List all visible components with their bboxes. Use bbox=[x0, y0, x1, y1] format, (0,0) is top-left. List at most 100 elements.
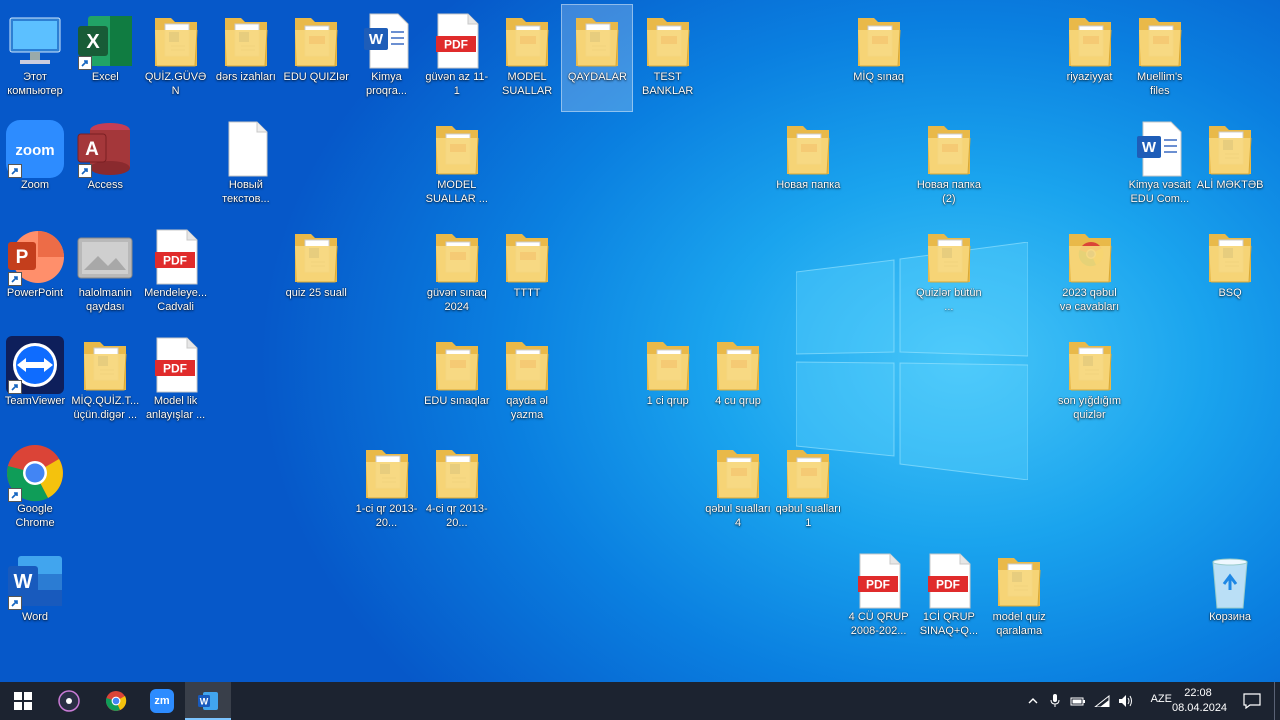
desktop-icon[interactable]: ALİ MƏKTƏB bbox=[1195, 113, 1265, 219]
folder-icon bbox=[848, 10, 910, 72]
shortcut-arrow-icon bbox=[8, 164, 22, 178]
desktop-icon[interactable]: PDF 1Cİ QRUP SINAQ+Q... bbox=[914, 545, 984, 651]
tray-microphone[interactable] bbox=[1044, 682, 1066, 720]
desktop-icon[interactable]: PDF Model lik anlayışlar ... bbox=[141, 329, 211, 435]
tray-wifi[interactable] bbox=[1090, 682, 1114, 720]
desktop-icon[interactable]: A Access bbox=[70, 113, 140, 219]
desktop-icon[interactable]: 4 cu qrup bbox=[703, 329, 773, 435]
folder-icon bbox=[1059, 226, 1121, 288]
desktop-icon[interactable]: zoom Zoom bbox=[0, 113, 70, 219]
desktop-icon[interactable]: W Kimya proqra... bbox=[352, 5, 422, 111]
folder-icon bbox=[777, 442, 839, 504]
folder-icon bbox=[1059, 10, 1121, 72]
desktop-icon[interactable]: MODEL SUALLAR ... bbox=[422, 113, 492, 219]
tray-chevron[interactable] bbox=[1022, 682, 1044, 720]
desktop-icon[interactable]: 1-ci qr 2013-20... bbox=[352, 437, 422, 543]
desktop-icon[interactable]: QAYDALAR bbox=[561, 4, 634, 112]
taskbar: zm W AZE 22:08 08.04.2024 bbox=[0, 682, 1280, 720]
desktop-icon[interactable]: Новая папка bbox=[773, 113, 843, 219]
taskbar-chrome[interactable] bbox=[93, 682, 139, 720]
folder-icon bbox=[426, 442, 488, 504]
zoom-icon: zm bbox=[150, 689, 174, 713]
desktop-icon-label: EDU sınaqlar bbox=[424, 395, 490, 407]
svg-text:W: W bbox=[200, 697, 209, 707]
tray-battery[interactable] bbox=[1066, 682, 1090, 720]
desktop-icon[interactable]: Новая папка (2) bbox=[914, 113, 984, 219]
desktop-icon[interactable]: qayda əl yazma bbox=[492, 329, 562, 435]
desktop-icon[interactable]: halolmanin qaydası bbox=[70, 221, 140, 327]
shortcut-arrow-icon bbox=[8, 272, 22, 286]
desktop-icon[interactable]: güvən sınaq 2024 bbox=[422, 221, 492, 327]
desktop-icon[interactable]: X Excel bbox=[70, 5, 140, 111]
windows-logo-icon bbox=[14, 692, 32, 710]
chrome-icon bbox=[105, 691, 127, 711]
taskbar-word[interactable]: W bbox=[185, 682, 231, 720]
desktop-icon-label: EDU QUIZIər bbox=[283, 71, 349, 83]
tray-notifications[interactable] bbox=[1238, 682, 1266, 720]
desktop-icon[interactable]: Google Chrome bbox=[0, 437, 70, 543]
zoom-icon: zoom bbox=[4, 118, 66, 180]
desktop-icon[interactable]: MİQ.QUİZ.T... üçün.digər ... bbox=[70, 329, 140, 435]
desktop-icon[interactable]: PDF Mendeleye... Cadvali bbox=[141, 221, 211, 327]
desktop-icon[interactable]: 1 ci qrup bbox=[633, 329, 703, 435]
desktop-icon[interactable]: BSQ bbox=[1195, 221, 1265, 327]
powerpoint-icon: P bbox=[4, 226, 66, 288]
desktop-icon-label: Новый текстов... bbox=[222, 179, 270, 205]
desktop-icon-label: Kimya vəsait EDU Com... bbox=[1128, 179, 1191, 205]
taskbar-obs[interactable] bbox=[46, 682, 92, 720]
folder-icon bbox=[707, 442, 769, 504]
desktop-icon-label: MODEL SUALLAR bbox=[502, 71, 553, 97]
desktop-icon[interactable]: qəbul sualları 1 bbox=[773, 437, 843, 543]
folder-icon bbox=[777, 118, 839, 180]
folder-icon bbox=[1129, 10, 1191, 72]
desktop-icon[interactable]: riyaziyyat bbox=[1055, 5, 1125, 111]
desktop-icon[interactable]: TeamViewer bbox=[0, 329, 70, 435]
desktop-icon[interactable]: QUİZ.GÜVƏN bbox=[141, 5, 211, 111]
desktop-icon[interactable]: Этот компьютер bbox=[0, 5, 70, 111]
shortcut-arrow-icon bbox=[78, 164, 93, 178]
show-desktop-button[interactable] bbox=[1274, 682, 1280, 720]
desktop-icon-label: qəbul sualları 1 bbox=[775, 503, 842, 529]
desktop-icon[interactable]: model quiz qaralama bbox=[984, 545, 1054, 651]
desktop-icon[interactable]: Quizlər bütün ... bbox=[914, 221, 984, 327]
desktop-icon[interactable]: MODEL SUALLAR bbox=[492, 5, 562, 111]
desktop-icon-label: MODEL SUALLAR ... bbox=[425, 179, 488, 205]
desktop-icon[interactable]: W Kimya vəsait EDU Com... bbox=[1125, 113, 1195, 219]
desktop-icon-label: ALİ MƏKTƏB bbox=[1196, 179, 1264, 191]
desktop-icon[interactable]: TEST BANKLAR bbox=[633, 5, 703, 111]
desktop-icon[interactable]: dərs izahları bbox=[211, 5, 281, 111]
desktop-icon[interactable]: 2023 qəbul və cavabları bbox=[1055, 221, 1125, 327]
chevron-up-icon bbox=[1028, 698, 1038, 704]
start-button[interactable] bbox=[0, 682, 46, 720]
desktop-icon[interactable]: qəbul sualları 4 bbox=[703, 437, 773, 543]
desktop-icon[interactable]: 4-ci qr 2013-20... bbox=[422, 437, 492, 543]
tray-language[interactable]: AZE bbox=[1151, 693, 1172, 705]
svg-text:zoom: zoom bbox=[15, 142, 54, 159]
desktop-icon[interactable]: MİQ sınaq bbox=[844, 5, 914, 111]
desktop-icon-label: Kimya proqra... bbox=[366, 71, 407, 97]
tray-volume[interactable] bbox=[1114, 682, 1138, 720]
desktop-icon[interactable]: Корзина bbox=[1195, 545, 1265, 651]
desktop-icon[interactable]: quiz 25 suall bbox=[281, 221, 351, 327]
obs-icon bbox=[58, 690, 80, 712]
desktop-icon[interactable]: PDF güvən az 11-1 bbox=[422, 5, 492, 111]
desktop-icon-label: 4-ci qr 2013-20... bbox=[425, 503, 488, 529]
tray-clock[interactable]: 22:08 08.04.2024 bbox=[1172, 686, 1227, 716]
desktop-icon[interactable]: Новый текстов... bbox=[211, 113, 281, 219]
desktop-icon[interactable]: P PowerPoint bbox=[0, 221, 70, 327]
desktop-icon[interactable]: PDF 4 CÜ QRUP 2008-202... bbox=[844, 545, 914, 651]
desktop-icon[interactable]: TTTT bbox=[492, 221, 562, 327]
chrome-icon bbox=[4, 442, 66, 504]
taskbar-zoom[interactable]: zm bbox=[139, 682, 185, 720]
desktop-icon-label: Корзина bbox=[1209, 611, 1252, 623]
desktop-icon[interactable]: son yığdığım quizlər bbox=[1055, 329, 1125, 435]
desktop-icon[interactable]: EDU sınaqlar bbox=[422, 329, 492, 435]
desktop-icon[interactable]: Muellim's files bbox=[1125, 5, 1195, 111]
desktop-icon-label: Новая папка (2) bbox=[916, 179, 981, 205]
pdf-file-icon: PDF bbox=[145, 226, 207, 288]
desktop-icon-label: BSQ bbox=[1218, 287, 1242, 299]
zoom-icon-text: zm bbox=[154, 695, 170, 707]
desktop-icon[interactable]: W Word bbox=[0, 545, 70, 651]
desktop-icon[interactable]: EDU QUIZIər bbox=[281, 5, 351, 111]
shortcut-arrow-icon bbox=[8, 488, 22, 502]
